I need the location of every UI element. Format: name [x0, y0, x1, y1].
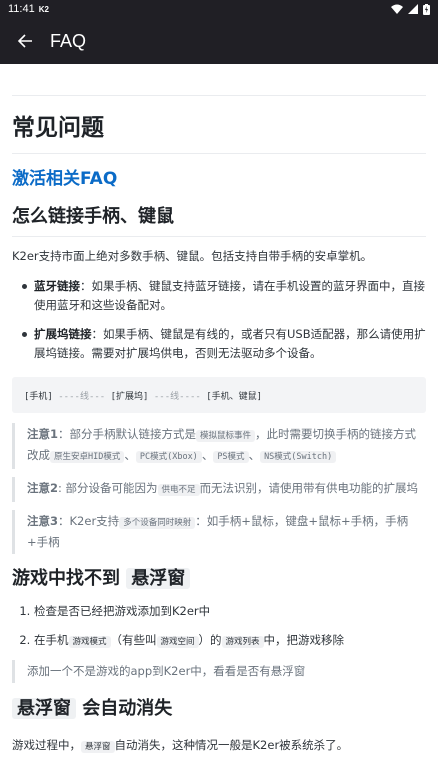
- note-2: 注意2: 部分设备可能因为 供电不足 而无法识别，请使用带有供电功能的扩展坞: [12, 477, 426, 502]
- inline-code: 模拟鼠标事件: [196, 430, 256, 442]
- vanish-text-pre: 游戏过程中，: [12, 738, 81, 752]
- app-bar: FAQ: [0, 18, 438, 64]
- note-2-text-a: : 部分设备可能因为: [58, 481, 158, 495]
- note-3: 注意3：K2er支持 多个设备同时映射 ：如手柄+鼠标，键盘+鼠标+手柄，手柄+手柄: [12, 510, 426, 554]
- bluetooth-text: ：如果手柄、键鼠支持蓝牙链接，请在手机设置的蓝牙界面中，直接使用蓝牙和这些设备配…: [34, 279, 425, 312]
- inline-code: 游戏列表: [221, 636, 264, 648]
- signal-icon: [408, 4, 418, 14]
- note-1-sep: 、: [201, 448, 214, 462]
- troubleshoot-steps: 检查是否已经把游戏添加到K2er中 在手机游戏模式（有些叫游戏空间）的游戏列表中…: [12, 602, 426, 652]
- heading-floating-code: 悬浮窗: [126, 568, 191, 589]
- note-1-sep: 、: [248, 448, 261, 462]
- status-time: 11:41: [8, 3, 35, 15]
- heading-vanish-post: 会自动消失: [76, 698, 173, 719]
- list-item-dock: 扩展坞链接：如果手柄、键鼠是有线的，或者只有USB适配器，那么请使用扩展坞链接。…: [22, 325, 426, 363]
- step-2-text-d: 中，把游戏移除: [263, 633, 345, 647]
- step-2-text-b: （有些叫: [110, 633, 157, 647]
- connection-diagram-code: [手机] ----线--- [扩展坞] ---线---- [手机、键鼠]: [12, 377, 426, 413]
- status-app-indicator: K2: [38, 4, 49, 14]
- inline-code: PC模式(Xbox): [135, 451, 202, 463]
- note-1-sep: 、: [124, 448, 136, 462]
- note-1-text-a: ：部分手柄默认链接方式是: [58, 427, 197, 441]
- arrow-back-icon: [17, 34, 32, 48]
- note-3-label: 注意3: [27, 514, 59, 528]
- heading-floating-window-vanish: 悬浮窗 会自动消失: [12, 696, 426, 722]
- inline-code: 供电不足: [157, 484, 200, 496]
- note-3-text-a: ：K2er支持: [58, 514, 120, 528]
- code-dash-1: ----线---: [58, 391, 106, 402]
- note-2-label: 注意2: [27, 481, 59, 495]
- step-2-text-c: ）的: [198, 633, 222, 647]
- heading-floating-pre: 游戏中找不到: [12, 568, 127, 589]
- activation-faq-link[interactable]: 激活相关FAQ: [12, 167, 426, 191]
- list-item-bluetooth: 蓝牙链接：如果手柄、键鼠支持蓝牙链接，请在手机设置的蓝牙界面中，直接使用蓝牙和这…: [22, 277, 426, 315]
- vanish-text-post: 自动消失，这种情况一般是K2er被系统杀了。: [114, 738, 349, 752]
- connect-methods-list: 蓝牙链接：如果手柄、键鼠支持蓝牙链接，请在手机设置的蓝牙界面中，直接使用蓝牙和这…: [12, 277, 426, 363]
- heading-connect-devices: 怎么链接手柄、键鼠: [12, 204, 426, 237]
- app-bar-title: FAQ: [50, 30, 87, 51]
- inline-code: 悬浮窗: [81, 741, 115, 753]
- code-devices: [手机、键鼠]: [206, 391, 263, 402]
- code-phone: [手机]: [24, 391, 53, 402]
- page-title: 常见问题: [12, 113, 426, 154]
- step-2: 在手机游戏模式（有些叫游戏空间）的游戏列表中，把游戏移除: [34, 631, 426, 652]
- inline-code: 游戏空间: [156, 636, 199, 648]
- intro-text: K2er支持市面上绝对多数手柄、键鼠。包括支持自带手柄的安卓掌机。: [12, 249, 373, 263]
- dock-label: 扩展坞链接: [34, 327, 92, 341]
- status-bar: 11:41 K2: [0, 0, 438, 18]
- status-icons: [391, 3, 430, 15]
- note-1-label: 注意1: [27, 427, 59, 441]
- note-1: 注意1：部分手柄默认链接方式是 模拟鼠标事件 ，此时需要切换手柄的链接方式改成 原生安…: [12, 423, 426, 469]
- vanish-text: 游戏过程中， 悬浮窗 自动消失，这种情况一般是K2er被系统杀了。: [12, 736, 426, 757]
- step-2-text-a: 在手机: [34, 633, 69, 647]
- back-button[interactable]: [0, 18, 50, 64]
- inline-code: 原生安卓HID模式: [50, 451, 125, 463]
- inline-code: 多个设备同时映射: [119, 517, 196, 529]
- battery-icon: [423, 3, 430, 15]
- code-dash-2: ---线----: [153, 391, 201, 402]
- tip-note: 添加一个不是游戏的app到K2er中，看看是否有悬浮窗: [12, 660, 426, 683]
- inline-code: NS模式(Switch): [260, 451, 337, 463]
- step-1: 检查是否已经把游戏添加到K2er中: [34, 602, 426, 621]
- divider: [12, 95, 426, 96]
- dock-text: ：如果手柄、键鼠是有线的，或者只有USB适配器，那么请使用扩展坞链接。需要对扩展…: [34, 327, 426, 360]
- inline-code: 游戏模式: [68, 636, 111, 648]
- note-2-text-b: 而无法识别，请使用带有供电功能的扩展坞: [199, 481, 419, 495]
- heading-floating-window-missing: 游戏中找不到 悬浮窗: [12, 566, 426, 592]
- wifi-icon: [391, 4, 403, 14]
- bluetooth-label: 蓝牙链接: [34, 279, 80, 293]
- faq-content[interactable]: 常见问题 激活相关FAQ 怎么链接手柄、键鼠 K2er支持市面上绝对多数手柄、键…: [0, 64, 438, 779]
- code-dock: [扩展坞]: [110, 391, 149, 402]
- heading-vanish-code: 悬浮窗: [12, 698, 76, 719]
- inline-code: PS模式: [213, 451, 249, 463]
